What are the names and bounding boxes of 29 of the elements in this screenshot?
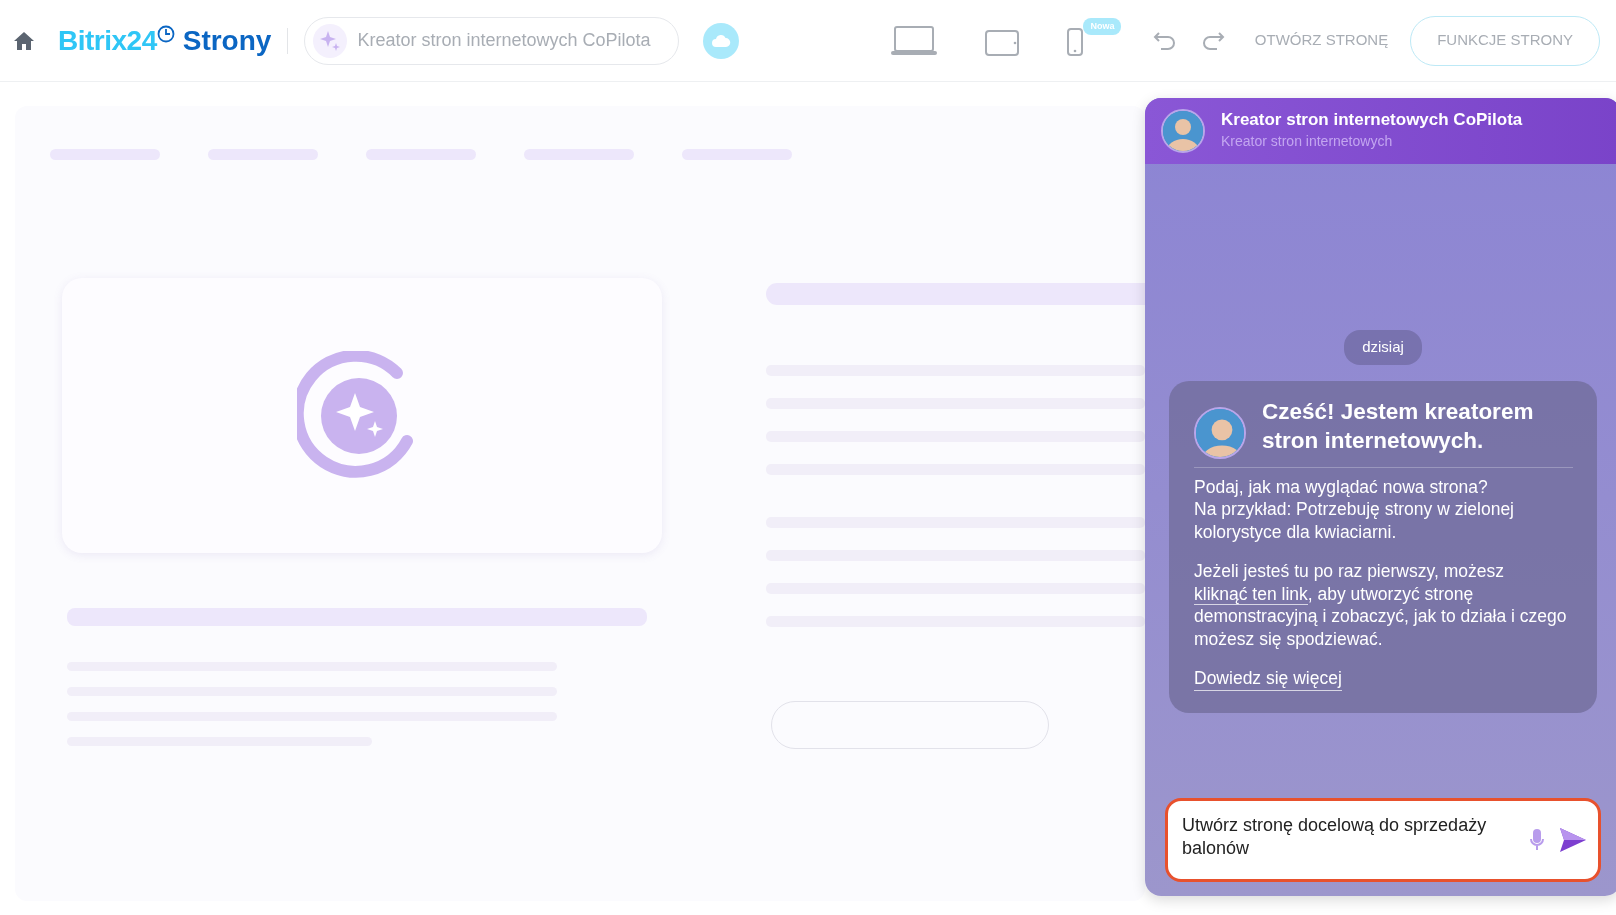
message-input[interactable]: Utwórz stronę docelową do sprzedaży balonów bbox=[1180, 812, 1514, 868]
open-page-link[interactable]: OTWÓRZ STRONĘ bbox=[1248, 28, 1395, 53]
message-composer[interactable]: Utwórz stronę docelową do sprzedaży balonów bbox=[1165, 798, 1601, 882]
features-button[interactable]: FUNKCJE STRONY bbox=[1410, 15, 1600, 66]
send-icon[interactable] bbox=[1560, 828, 1586, 852]
clock-icon bbox=[156, 24, 175, 43]
home-icon[interactable] bbox=[14, 31, 34, 50]
chat-subtitle: Kreator stron internetowych bbox=[1221, 131, 1394, 151]
new-badge: Nowa bbox=[1083, 17, 1122, 35]
message-text: Podaj, jak ma wyglądać nowa strona? Na przykład: Potrzebuję strony w zielonej kolorystyce dla kwiaciarni. bbox=[1194, 475, 1515, 544]
message-heading: Cześć! Jestem kreatorem stron internetowych. bbox=[1262, 398, 1535, 455]
learn-more-link[interactable]: Dowiedz się więcej bbox=[1194, 666, 1342, 691]
avatar bbox=[1194, 406, 1246, 459]
avatar bbox=[1161, 109, 1205, 153]
device-tablet-button[interactable] bbox=[985, 29, 1020, 56]
sparkle-icon bbox=[319, 29, 342, 52]
device-laptop-button[interactable] bbox=[891, 25, 938, 56]
product-name: Strony bbox=[182, 23, 272, 58]
logo-text: Bitrix24 bbox=[58, 23, 157, 58]
device-phone-button[interactable] bbox=[1067, 27, 1084, 56]
undo-icon[interactable] bbox=[1152, 30, 1177, 51]
redo-icon[interactable] bbox=[1200, 30, 1225, 51]
microphone-icon[interactable] bbox=[1530, 829, 1544, 851]
search-field[interactable]: Kreator stron internetowych CoPilota bbox=[355, 26, 656, 55]
inline-link[interactable]: kliknąć ten link bbox=[1194, 583, 1308, 605]
message-text: Jeżeli jesteś tu po raz pierwszy, możesz kliknąć ten link, aby utworzyć stronę demonstracyjną i zobaczyć, jak to działa i czego możesz się spodziewać. bbox=[1194, 559, 1568, 651]
date-label: dzisiaj bbox=[1344, 330, 1422, 365]
chat-title: Kreator stron internetowych CoPilota bbox=[1221, 110, 1523, 131]
cloud-icon[interactable] bbox=[703, 22, 740, 59]
